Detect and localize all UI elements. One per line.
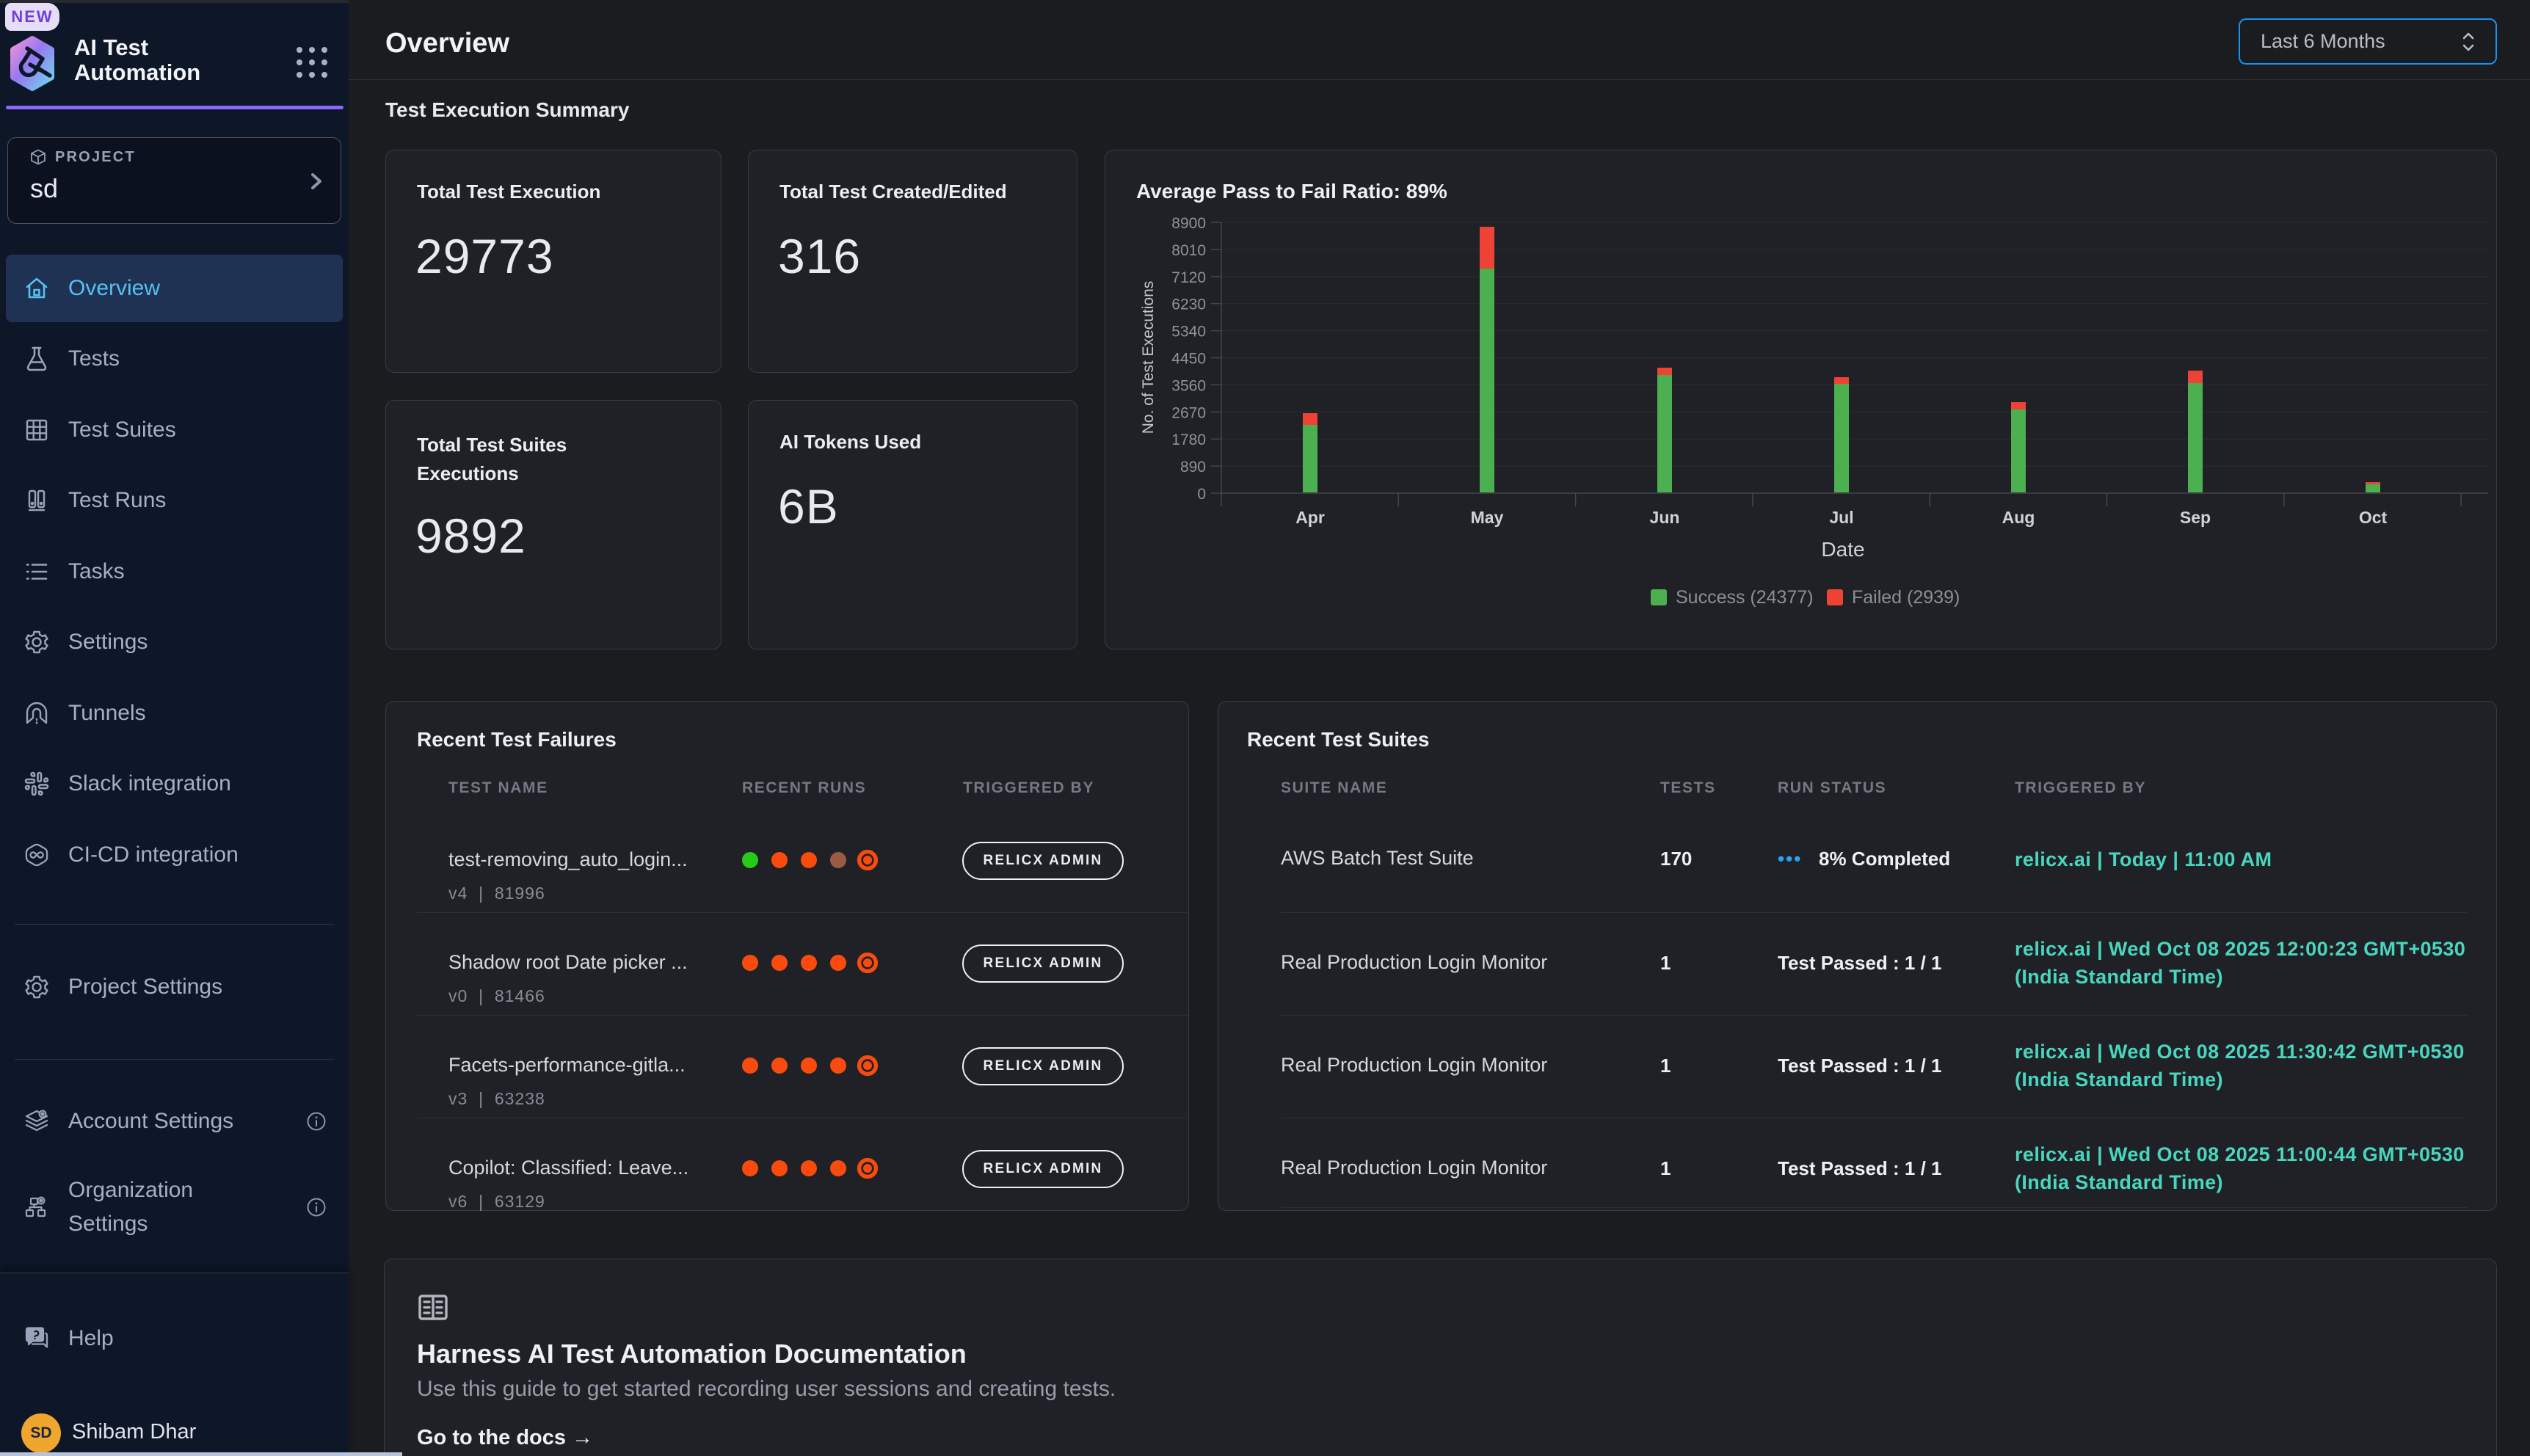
svg-text:Jul: Jul [1829,508,1853,527]
svg-text:Success (24377): Success (24377) [1676,587,1814,608]
svg-text:Oct: Oct [2359,508,2388,527]
svg-text:890: 890 [1180,459,1206,476]
svg-text:Failed (2939): Failed (2939) [1852,587,1960,608]
svg-text:Aug: Aug [2002,508,2035,527]
svg-text:Apr: Apr [1295,508,1325,527]
svg-text:1780: 1780 [1171,432,1206,448]
svg-text:6230: 6230 [1171,296,1206,313]
svg-text:8900: 8900 [1171,215,1206,232]
svg-text:No. of Test Executions: No. of Test Executions [1140,281,1157,434]
svg-text:4450: 4450 [1171,351,1206,368]
svg-text:May: May [1471,508,1504,527]
svg-text:8010: 8010 [1171,242,1206,259]
svg-text:Sep: Sep [2180,508,2211,527]
svg-text:Date: Date [1821,538,1864,561]
svg-text:7120: 7120 [1171,269,1206,286]
svg-text:2670: 2670 [1171,404,1206,421]
svg-text:3560: 3560 [1171,377,1206,394]
svg-text:Jun: Jun [1650,508,1680,527]
svg-text:0: 0 [1197,486,1206,503]
svg-text:5340: 5340 [1171,324,1206,341]
